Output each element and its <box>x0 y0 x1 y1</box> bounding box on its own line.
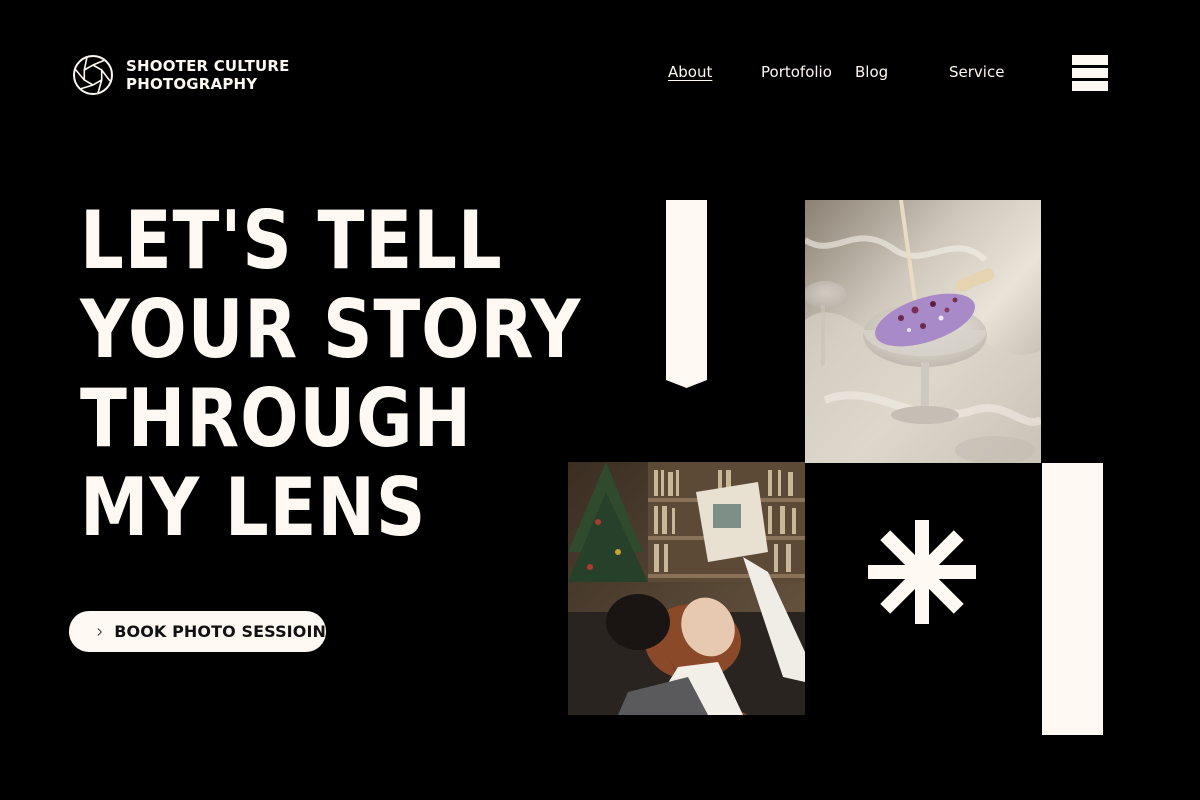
menu-bar <box>1072 68 1108 78</box>
menu-bar <box>1072 81 1108 91</box>
nav-portfolio-link[interactable]: Portofolio <box>761 62 832 82</box>
nav-about-link[interactable]: About <box>668 62 712 82</box>
book-photo-session-button[interactable]: BOOK PHOTO SESSIOIN <box>69 611 326 652</box>
brand-name-line2: PHOTOGRAPHY <box>126 75 258 93</box>
hero-title-line: YOUR STORY <box>80 283 582 376</box>
nav-service-link[interactable]: Service <box>949 62 1004 82</box>
reading-photo <box>568 462 805 715</box>
camera-aperture-icon <box>73 55 113 95</box>
book-photo-session-label: BOOK PHOTO SESSIOIN <box>114 622 326 641</box>
hero-title-line: THROUGH <box>80 372 472 465</box>
brand-name-line1: SHOOTER CULTURE <box>126 57 290 75</box>
asterisk-icon <box>868 520 976 624</box>
nav-blog-link[interactable]: Blog <box>855 62 888 82</box>
popsicle-photo <box>805 200 1041 463</box>
hero-title-line: LET'S TELL <box>80 194 503 287</box>
decorative-bar <box>1042 463 1103 735</box>
hamburger-menu-icon[interactable] <box>1072 55 1108 91</box>
hero-title: LET'S TELL YOUR STORY THROUGH MY LENS <box>80 196 581 552</box>
brand-logo[interactable]: SHOOTER CULTURE PHOTOGRAPHY <box>72 54 290 96</box>
menu-bar <box>1072 55 1108 65</box>
landing-page: SHOOTER CULTURE PHOTOGRAPHY About Portof… <box>0 0 1200 800</box>
chevron-right-icon <box>97 627 102 636</box>
brand-name: SHOOTER CULTURE PHOTOGRAPHY <box>126 57 290 93</box>
hero-title-line: MY LENS <box>80 461 427 554</box>
ribbon-bookmark-icon <box>666 200 707 388</box>
